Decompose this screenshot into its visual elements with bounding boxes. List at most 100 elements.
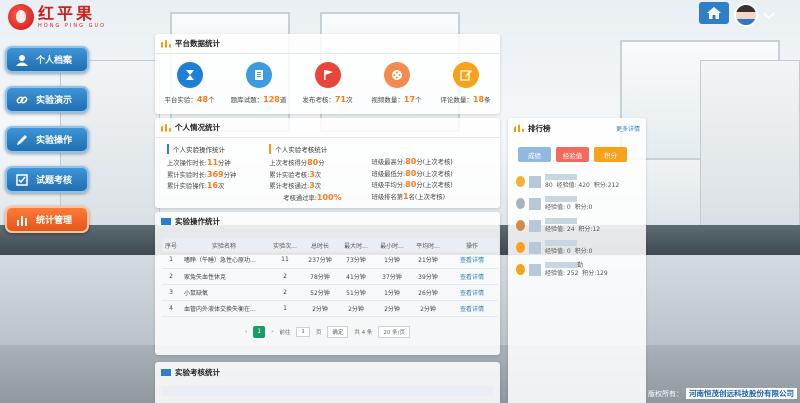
table-header: 序号	[162, 238, 180, 252]
nav-item-statistics[interactable]: 统计管理	[5, 206, 89, 233]
star-badge-icon	[516, 242, 525, 253]
company-name: 河南恒茂创远科技股份有限公司	[686, 388, 797, 399]
avatar	[529, 241, 541, 254]
stat-label: 题库试题：	[230, 96, 264, 104]
stat-unit: 个	[415, 96, 422, 104]
bronze-medal-icon	[516, 220, 525, 231]
table-cell: 嗜睁（午睡）急性心原功...	[180, 252, 268, 269]
table-cell: 237分钟	[302, 252, 338, 269]
nav-item-demo[interactable]: 实验演示	[5, 86, 89, 113]
table-cell: 3	[162, 284, 180, 301]
table-header-row: 序号 实验名称 实验次... 总时长 最大时... 最小时... 平均时... …	[162, 238, 498, 252]
nav-item-label: 个人档案	[36, 56, 73, 66]
stat-line: 班级最高分:80分(上次考核)	[371, 157, 453, 166]
flag-icon	[314, 62, 341, 88]
home-button[interactable]	[699, 2, 729, 24]
bar-chart-icon	[15, 213, 29, 227]
per-page-select[interactable]: 20 条/页	[378, 325, 411, 338]
table-row: 2 家兔失血性休克 2 78分钟 41分钟 37分钟 39分钟 查看详情	[162, 268, 498, 285]
hourglass-icon	[176, 62, 203, 88]
nav-item-operation[interactable]: 实验操作	[5, 126, 89, 153]
more-details-link[interactable]: 更多详情	[616, 124, 640, 133]
panel-title: 平台数据统计	[155, 34, 500, 54]
table-header: 实验名称	[180, 238, 268, 252]
document-icon	[245, 62, 272, 88]
tab-score[interactable]: 成绩	[518, 147, 551, 162]
rank-score: 积分:0	[574, 203, 593, 211]
ranking-panel: 排行榜 更多详情 成绩 经验值 积分 80 经验值: 420 积分:212 经验…	[508, 118, 646, 403]
nav-item-profile[interactable]: 个人档案	[5, 46, 89, 73]
table-row: 4 血管内外液体交换失衡在... 1 2分钟 2分钟 2分钟 2分钟 查看详情	[162, 300, 498, 317]
stat-value: 48	[196, 95, 209, 104]
edit-icon	[452, 62, 479, 88]
nav-item-exam[interactable]: 试题考核	[5, 166, 89, 193]
tab-experience[interactable]: 经验值	[556, 147, 589, 162]
table-header: 最大时...	[338, 238, 374, 252]
table-row: 1 嗜睁（午睡）急性心原功... 11 237分钟 73分钟 1分钟 21分钟 …	[162, 252, 498, 269]
table-icon	[161, 218, 171, 225]
stat-label: 平台实验：	[164, 96, 197, 104]
stat-line: 考核通过率:100%	[283, 192, 342, 202]
avatar	[529, 263, 541, 276]
table-cell: 1	[268, 300, 302, 317]
stat-line: 累计实验考核:3次	[269, 169, 322, 179]
brand-name-en: HONG PING GUO	[38, 23, 107, 29]
table-cell: 2	[268, 268, 302, 285]
stat-value: 71	[334, 95, 347, 104]
table-row: 3 小鼠缺氧 2 52分钟 51分钟 1分钟 26分钟 查看详情	[162, 284, 498, 301]
stat-line: 累计考核通过:3次	[269, 181, 322, 191]
panel-title: 实验考核统计	[155, 362, 500, 382]
personal-exp-heading: 个人实验操作统计	[167, 144, 269, 154]
exam-icon	[15, 173, 29, 187]
view-details-link[interactable]: 查看详情	[446, 284, 498, 301]
confirm-button[interactable]: 确定	[327, 325, 349, 338]
fume-hood	[700, 60, 800, 230]
exp-table-title: 实验操作统计	[175, 217, 220, 226]
apple-logo-icon	[8, 4, 34, 30]
table-cell: 2分钟	[338, 300, 374, 317]
table-cell: 1分钟	[374, 252, 410, 269]
prev-page-button[interactable]: ‹	[245, 329, 247, 335]
table-header: 总时长	[302, 238, 338, 252]
view-details-link[interactable]: 查看详情	[446, 252, 498, 269]
link-icon	[15, 93, 29, 107]
rank-score: 积分:212	[593, 181, 620, 189]
rank-score: 积分:12	[578, 225, 601, 233]
next-page-button[interactable]: ›	[271, 329, 273, 335]
stat-questions: 题库试题：128道	[224, 62, 293, 104]
table-header: 平均时...	[410, 238, 446, 252]
blurred-name	[545, 240, 577, 246]
footer: 版权所有： 河南恒茂创远科技股份有限公司	[648, 388, 797, 399]
page-number-current[interactable]: 1	[253, 325, 266, 338]
exp-table-panel: 实验操作统计 序号 实验名称 实验次... 总时长 最大时... 最小时... …	[155, 212, 500, 355]
table-cell: 52分钟	[302, 284, 338, 301]
bar-chart-icon	[161, 124, 171, 132]
total-count: 共 4 条	[354, 329, 373, 336]
blurred-name	[545, 196, 577, 202]
stat-unit: 条	[484, 96, 491, 104]
table-cell: 37分钟	[374, 268, 410, 285]
star-badge-icon	[516, 264, 525, 275]
view-details-link[interactable]: 查看详情	[446, 268, 498, 285]
table-cell: 2分钟	[302, 300, 338, 317]
ranking-title: 排行榜	[528, 123, 551, 133]
rank-exp: 经验值: 24	[545, 225, 575, 233]
tab-points[interactable]: 积分	[594, 147, 627, 162]
gold-medal-icon	[516, 176, 525, 187]
page-input[interactable]: 1	[296, 326, 310, 337]
stat-unit: 道	[279, 96, 287, 104]
blurred-name	[545, 174, 577, 180]
user-avatar[interactable]	[734, 3, 758, 27]
stat-line: 累计实验时长:369分钟	[167, 169, 237, 179]
table-cell: 血管内外液体交换失衡在...	[180, 300, 268, 317]
stat-unit: 个	[208, 96, 215, 104]
personal-stats-title: 个人情况统计	[175, 123, 220, 132]
page-unit-label: 页	[315, 329, 322, 336]
view-details-link[interactable]: 查看详情	[446, 300, 498, 317]
table-cell: 2	[268, 284, 302, 301]
stat-line: 上次考核得分80分	[269, 158, 325, 167]
table-cell: 1	[162, 252, 180, 269]
avatar	[529, 197, 541, 210]
stat-value: 128	[263, 95, 280, 104]
list-item: 勤 经验值: 252 积分:129	[516, 260, 646, 279]
